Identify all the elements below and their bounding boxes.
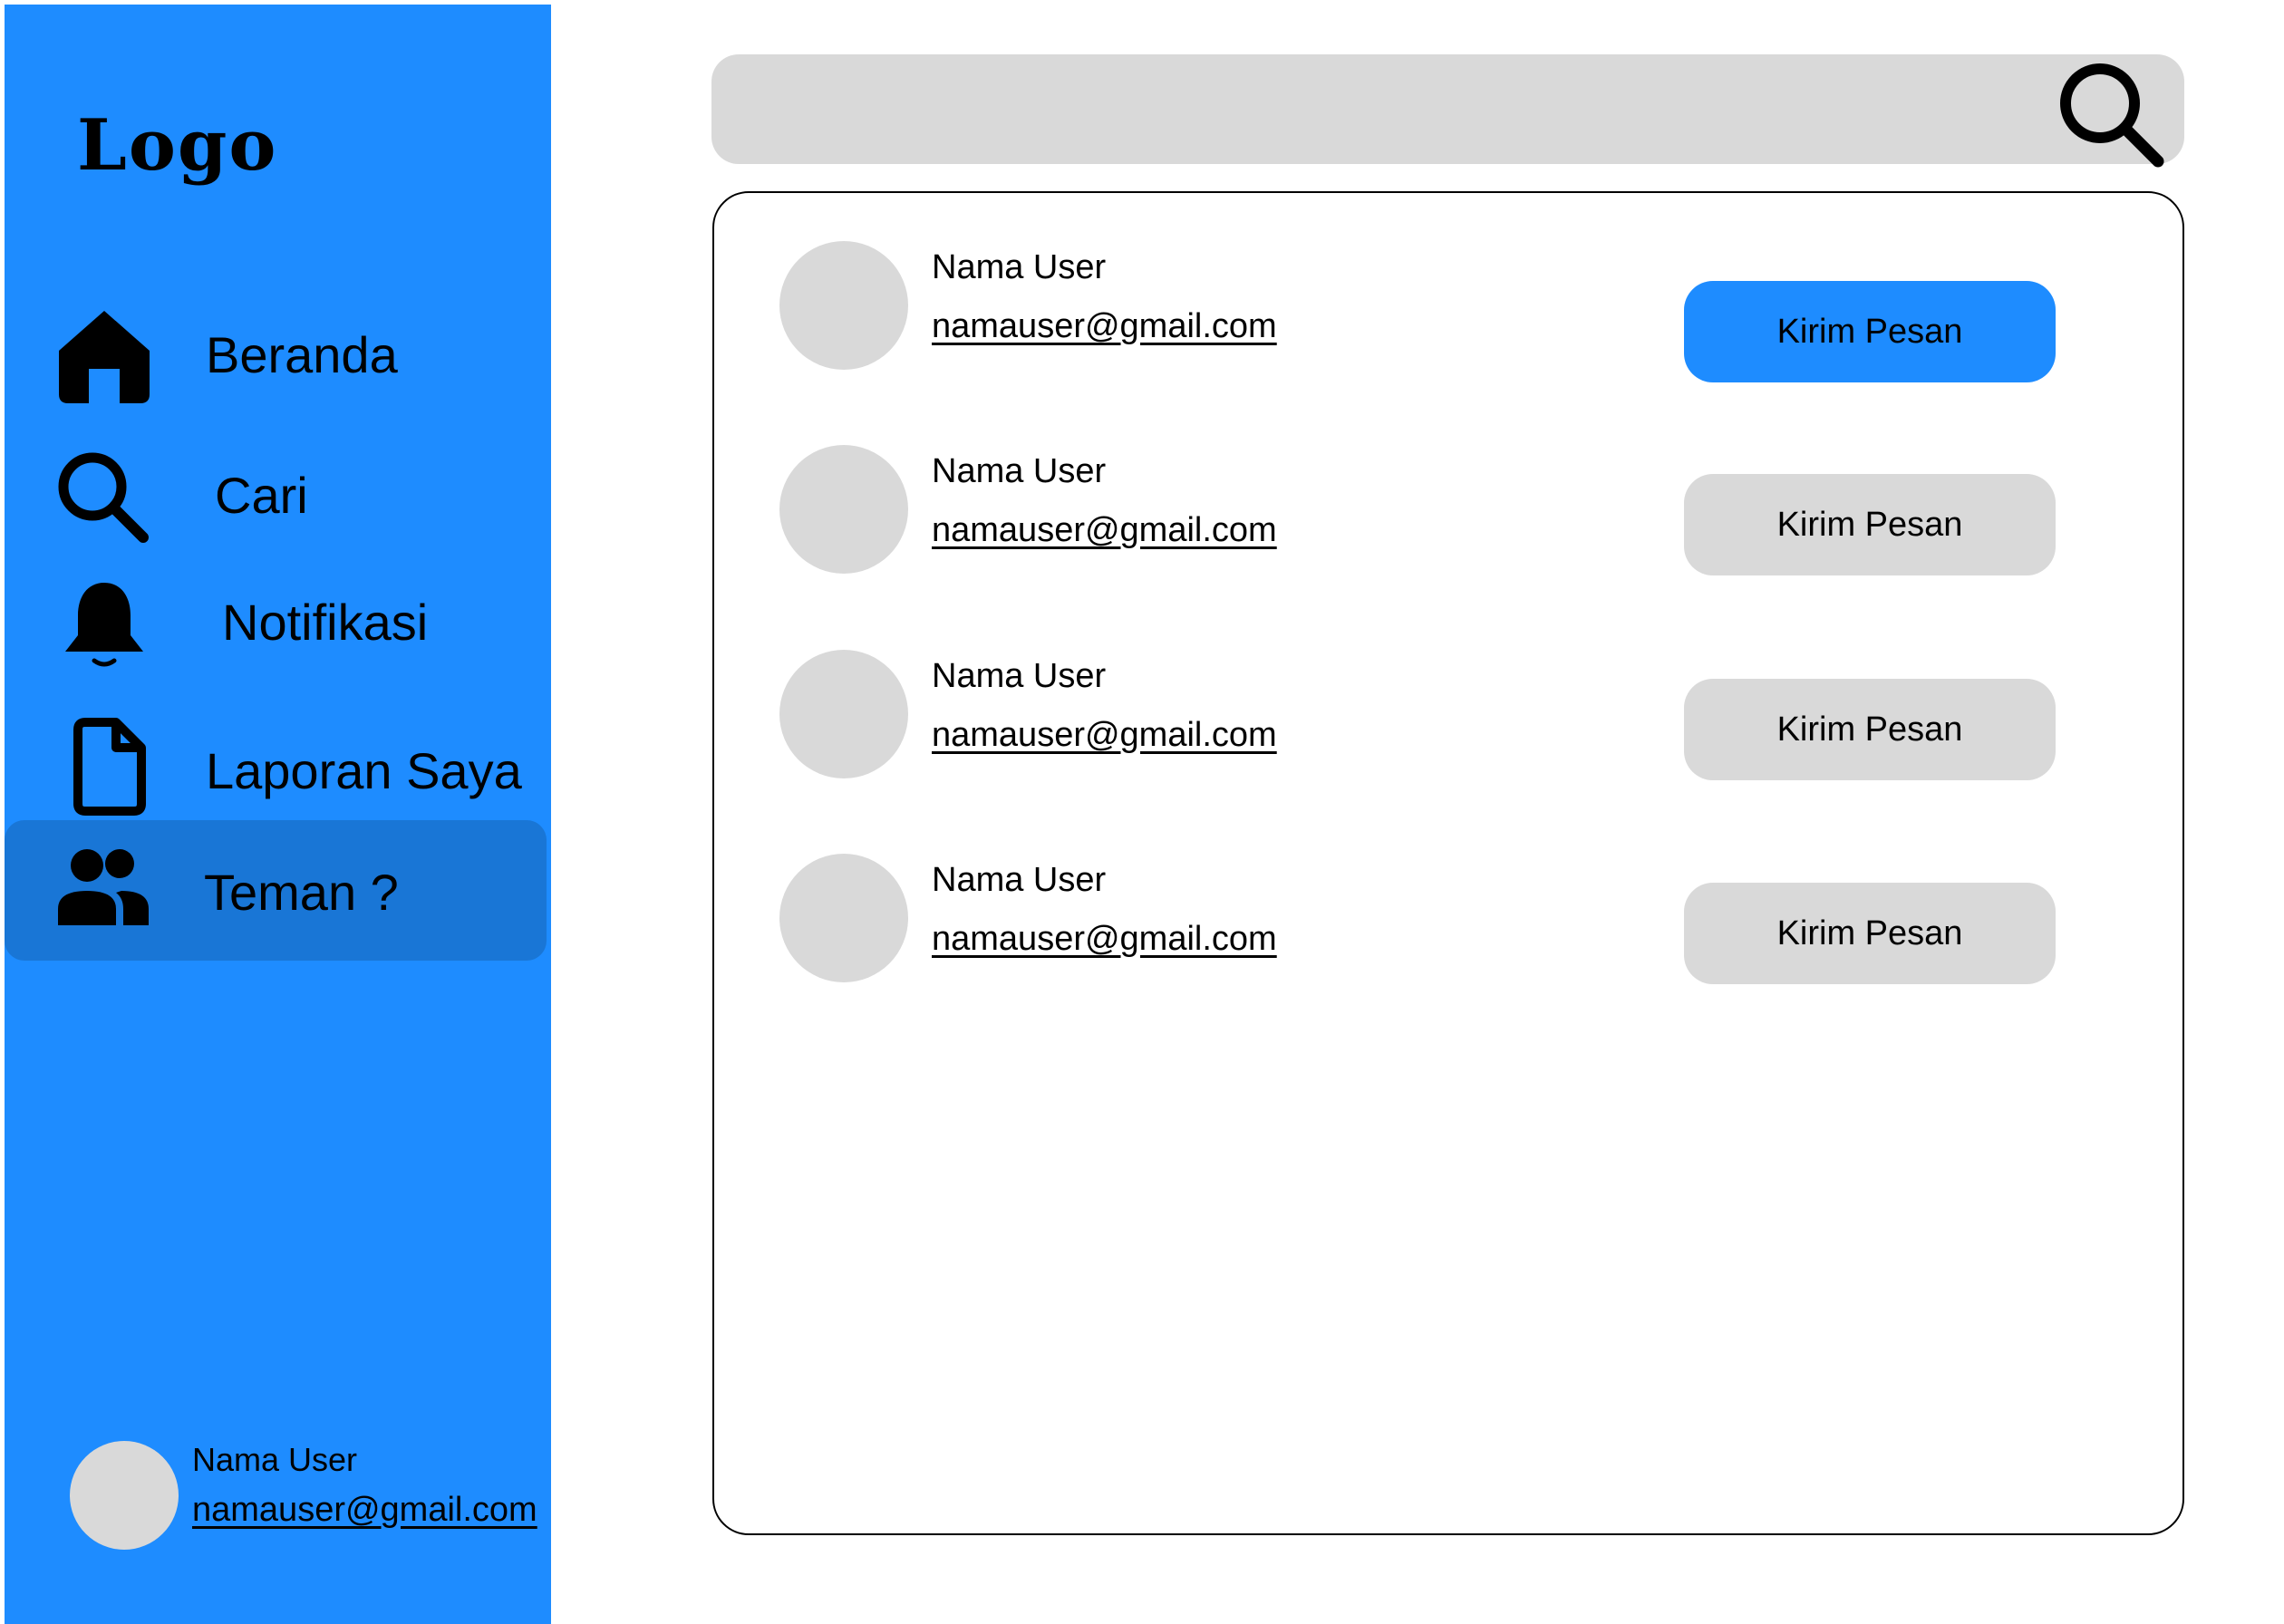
- list-item: Nama User namauser@gmail.com Kirim Pesan: [714, 854, 2182, 990]
- sidebar: Logo Beranda Cari Notifikasi Laporan Say…: [5, 5, 551, 1624]
- avatar: [779, 241, 908, 370]
- sidebar-item-label: Laporan Saya: [206, 742, 522, 799]
- user-profile[interactable]: Nama User namauser@gmail.com: [5, 1432, 551, 1559]
- profile-name: Nama User: [192, 1441, 358, 1478]
- user-email[interactable]: namauser@gmail.com: [932, 716, 1277, 755]
- list-item: Nama User namauser@gmail.com Kirim Pesan: [714, 241, 2182, 382]
- user-email[interactable]: namauser@gmail.com: [932, 511, 1277, 550]
- avatar: [779, 854, 908, 982]
- avatar: [779, 445, 908, 574]
- sidebar-item-cari[interactable]: Cari: [5, 430, 551, 571]
- avatar: [70, 1441, 179, 1550]
- send-message-button[interactable]: Kirim Pesan: [1684, 679, 2056, 780]
- sidebar-item-label: Beranda: [206, 326, 398, 383]
- profile-email: namauser@gmail.com: [192, 1491, 537, 1529]
- friends-panel: Nama User namauser@gmail.com Kirim Pesan…: [712, 191, 2184, 1535]
- home-icon: [59, 311, 150, 403]
- list-item: Nama User namauser@gmail.com Kirim Pesan: [714, 445, 2182, 581]
- send-message-button[interactable]: Kirim Pesan: [1684, 281, 2056, 382]
- users-icon: [58, 849, 149, 925]
- send-message-button[interactable]: Kirim Pesan: [1684, 883, 2056, 984]
- sidebar-item-label: Notifikasi: [222, 594, 429, 651]
- user-name: Nama User: [932, 861, 1107, 899]
- page: Logo Beranda Cari Notifikasi Laporan Say…: [0, 0, 2284, 1624]
- sidebar-item-label: Cari: [215, 467, 308, 524]
- search-icon[interactable]: [2053, 56, 2166, 169]
- sidebar-item-beranda[interactable]: Beranda: [5, 287, 551, 428]
- user-name: Nama User: [932, 248, 1107, 286]
- user-name: Nama User: [932, 657, 1107, 695]
- list-item: Nama User namauser@gmail.com Kirim Pesan: [714, 650, 2182, 786]
- search-bar: [711, 54, 2184, 168]
- sidebar-item-teman[interactable]: Teman ?: [5, 820, 547, 961]
- send-message-button[interactable]: Kirim Pesan: [1684, 474, 2056, 575]
- avatar: [779, 650, 908, 778]
- user-email[interactable]: namauser@gmail.com: [932, 920, 1277, 959]
- sidebar-item-label: Teman ?: [204, 864, 399, 921]
- document-icon: [73, 718, 146, 816]
- logo: Logo: [77, 104, 278, 187]
- user-email[interactable]: namauser@gmail.com: [932, 307, 1277, 346]
- user-name: Nama User: [932, 452, 1107, 490]
- sidebar-item-notifikasi[interactable]: Notifikasi: [5, 557, 551, 698]
- search-icon: [58, 452, 149, 543]
- bell-icon: [65, 583, 143, 667]
- search-input[interactable]: [748, 72, 2017, 145]
